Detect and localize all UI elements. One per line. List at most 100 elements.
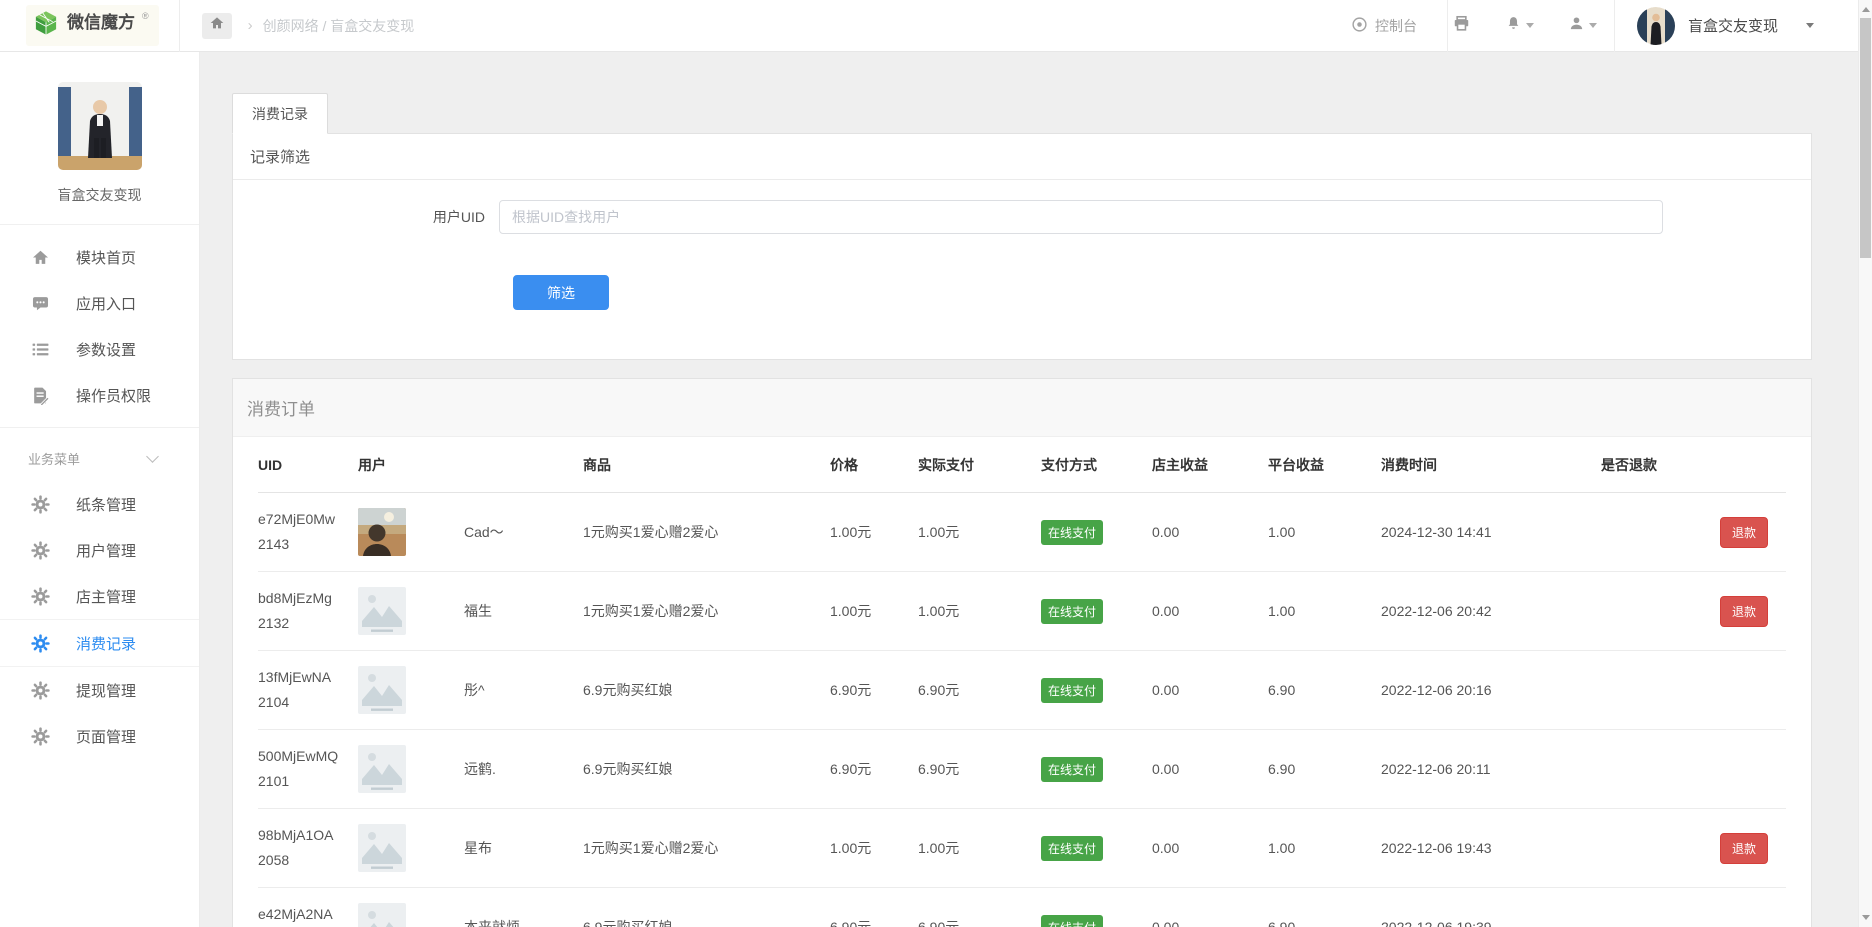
- chevron-down-icon: [146, 450, 159, 463]
- filter-panel-title: 记录筛选: [233, 134, 1811, 180]
- breadcrumb: 创颜网络 / 盲盒交友变现: [263, 16, 415, 36]
- broken-image-placeholder-icon: [358, 587, 406, 635]
- uid-cell: 98bMjA1OA2058: [258, 827, 358, 869]
- topbar-divider: [1614, 0, 1615, 52]
- topbar-divider: [1447, 0, 1448, 52]
- console-button[interactable]: 控制台: [1351, 16, 1417, 36]
- price-value: 1.00元: [830, 522, 918, 542]
- tab-consumption-records[interactable]: 消费记录: [232, 93, 328, 134]
- app-logo[interactable]: 微信魔方 ®: [26, 5, 159, 46]
- sidebar-item-label: 参数设置: [76, 339, 136, 360]
- column-header: 店主收益: [1152, 455, 1268, 475]
- sidebar-item-operator-permissions[interactable]: 操作员权限: [0, 372, 199, 418]
- breadcrumb-separator-icon: ›: [248, 17, 253, 34]
- sidebar-group-business-menu[interactable]: 业务菜单: [0, 428, 199, 481]
- payment-method-badge: 在线支付: [1041, 678, 1103, 703]
- sidebar: 盲盒交友变现 模块首页 应用入口 参数设置 操作员权限 业务菜单 纸条管理 用户…: [0, 52, 200, 927]
- paid-value: 1.00元: [918, 601, 1041, 621]
- account-menu-button[interactable]: [1568, 15, 1597, 37]
- user-name: Cad～: [464, 522, 583, 542]
- app-avatar-image: [58, 82, 142, 170]
- uid-cell: e42MjA2NA2064: [258, 906, 358, 927]
- sidebar-item-shop-owner-management[interactable]: 店主管理: [0, 573, 199, 619]
- sidebar-app-name: 盲盒交友变现: [0, 185, 199, 205]
- orders-table-body: e72MjE0Mw2143 Cad～ 1元购买1爱心赠2爱心 1.00元 1.0…: [258, 493, 1786, 927]
- platform-income-value: 1.00: [1268, 840, 1381, 856]
- column-header: 实际支付: [918, 455, 1041, 475]
- product-name: 6.9元购买红娘: [583, 917, 830, 927]
- uid-input[interactable]: [499, 200, 1663, 234]
- sidebar-item-label: 应用入口: [76, 293, 136, 314]
- account-name[interactable]: 盲盒交友变现: [1688, 15, 1778, 36]
- broken-image-placeholder-icon: [358, 745, 406, 793]
- consume-time: 2022-12-06 19:39: [1381, 919, 1601, 927]
- topbar: 微信魔方 ® › 创颜网络 / 盲盒交友变现 控制台: [0, 0, 1858, 52]
- sidebar-item-param-settings[interactable]: 参数设置: [0, 326, 199, 372]
- user-avatar-image: [358, 508, 406, 556]
- user-name: 福生: [464, 601, 583, 621]
- consume-time: 2022-12-06 20:16: [1381, 682, 1601, 698]
- price-value: 1.00元: [830, 838, 918, 858]
- refund-button[interactable]: 退款: [1720, 517, 1768, 548]
- payment-method-badge: 在线支付: [1041, 915, 1103, 927]
- price-value: 6.90元: [830, 759, 918, 779]
- filter-submit-button[interactable]: 筛选: [513, 275, 609, 310]
- platform-income-value: 6.90: [1268, 761, 1381, 777]
- owner-income-value: 0.00: [1152, 603, 1268, 619]
- gear-icon: [30, 633, 50, 653]
- scrollbar-down-arrow[interactable]: [1859, 910, 1872, 925]
- refund-cell: 退款: [1601, 833, 1786, 864]
- table-row: 98bMjA1OA2058 星布 1元购买1爱心赠2爱心 1.00元 1.00元…: [258, 809, 1786, 888]
- column-header: 用户: [358, 455, 464, 475]
- printer-button[interactable]: [1452, 14, 1471, 38]
- product-name: 1元购买1爱心赠2爱心: [583, 601, 830, 621]
- scrollbar-thumb[interactable]: [1860, 18, 1871, 258]
- column-header: [464, 457, 583, 473]
- sidebar-item-consumption-records[interactable]: 消费记录: [0, 619, 199, 667]
- filter-panel: 记录筛选 用户UID 筛选: [232, 133, 1812, 360]
- sidebar-item-note-management[interactable]: 纸条管理: [0, 481, 199, 527]
- orders-table: UID 用户 商品 价格 实际支付 支付方式 店主收益 平台收益 消费时间 是否…: [233, 437, 1811, 927]
- list-settings-icon: [30, 339, 50, 359]
- payment-cell: 在线支付: [1041, 599, 1152, 624]
- sidebar-item-app-entry[interactable]: 应用入口: [0, 280, 199, 326]
- sidebar-item-label: 页面管理: [76, 726, 136, 747]
- orders-table-header: UID 用户 商品 价格 实际支付 支付方式 店主收益 平台收益 消费时间 是否…: [258, 437, 1786, 493]
- gear-icon: [30, 726, 50, 746]
- platform-income-value: 6.90: [1268, 682, 1381, 698]
- sidebar-item-user-management[interactable]: 用户管理: [0, 527, 199, 573]
- table-row: bd8MjEzMg2132 福生 1元购买1爱心赠2爱心 1.00元 1.00元…: [258, 572, 1786, 651]
- gear-icon: [30, 586, 50, 606]
- account-caret-icon[interactable]: [1806, 23, 1814, 28]
- page-scrollbar[interactable]: [1858, 0, 1872, 927]
- notifications-button[interactable]: [1505, 15, 1534, 37]
- column-header: 平台收益: [1268, 455, 1381, 475]
- sidebar-item-label: 提现管理: [76, 680, 136, 701]
- sidebar-item-module-home[interactable]: 模块首页: [0, 234, 199, 280]
- refund-button[interactable]: 退款: [1720, 833, 1768, 864]
- sidebar-item-page-management[interactable]: 页面管理: [0, 713, 199, 759]
- filter-form: 用户UID 筛选: [233, 180, 1811, 359]
- platform-income-value: 6.90: [1268, 919, 1381, 927]
- paid-value: 1.00元: [918, 838, 1041, 858]
- uid-cell: bd8MjEzMg2132: [258, 590, 358, 632]
- uid-cell: 500MjEwMQ2101: [258, 748, 358, 790]
- topbar-divider: [179, 0, 180, 52]
- sidebar-item-label: 用户管理: [76, 540, 136, 561]
- breadcrumb-home-button[interactable]: [202, 13, 232, 39]
- chevron-down-icon: [1589, 23, 1597, 28]
- payment-cell: 在线支付: [1041, 836, 1152, 861]
- uid-label: 用户UID: [233, 207, 499, 227]
- owner-income-value: 0.00: [1152, 682, 1268, 698]
- owner-income-value: 0.00: [1152, 840, 1268, 856]
- account-avatar[interactable]: [1637, 7, 1675, 45]
- refund-button[interactable]: 退款: [1720, 596, 1768, 627]
- paid-value: 1.00元: [918, 522, 1041, 542]
- sidebar-group-label: 业务菜单: [28, 449, 80, 468]
- bell-icon: [1505, 15, 1522, 37]
- column-header: 商品: [583, 455, 830, 475]
- payment-method-badge: 在线支付: [1041, 757, 1103, 782]
- platform-income-value: 1.00: [1268, 524, 1381, 540]
- sidebar-item-withdrawal-management[interactable]: 提现管理: [0, 667, 199, 713]
- scrollbar-up-arrow[interactable]: [1859, 2, 1872, 17]
